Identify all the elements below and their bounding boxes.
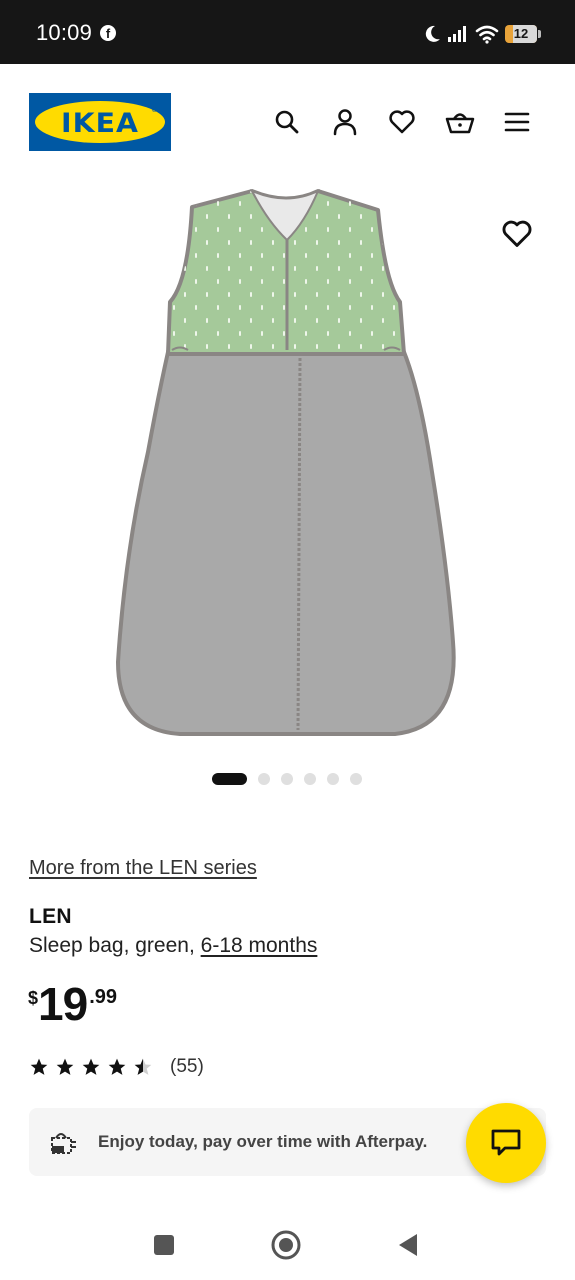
back-triangle-icon (399, 1234, 417, 1256)
system-navigation-bar (0, 1210, 575, 1280)
home-button[interactable] (271, 1230, 301, 1260)
size-link[interactable]: 6-18 months (201, 934, 318, 957)
status-icons: 12 (423, 22, 541, 46)
logo-registered-mark: ® (151, 107, 157, 114)
search-icon[interactable] (271, 106, 303, 138)
chat-button[interactable] (466, 1103, 546, 1183)
home-circle-icon (271, 1230, 301, 1260)
carousel-dot-active[interactable] (212, 773, 247, 785)
series-link[interactable]: More from the LEN series (29, 857, 257, 880)
half-star-icon (134, 1058, 152, 1075)
status-bar: 10:09 f 12 (0, 0, 575, 64)
moon-icon (425, 25, 440, 42)
star-icon (30, 1058, 48, 1075)
hamburger-menu-icon[interactable] (501, 106, 533, 138)
wifi-icon (475, 25, 499, 44)
product-rating[interactable]: (55) (29, 1055, 204, 1079)
square-icon (154, 1235, 174, 1255)
rating-stars (29, 1057, 153, 1077)
add-to-wishlist-button[interactable] (501, 218, 533, 250)
price-integer: 19 (38, 978, 88, 1030)
recent-apps-button[interactable] (149, 1230, 179, 1260)
star-icon (82, 1058, 100, 1075)
ikea-logo[interactable]: IKEA ® (29, 93, 171, 151)
carousel-dot[interactable] (350, 773, 362, 785)
price-decimal: .99 (89, 986, 117, 1008)
facebook-icon: f (100, 25, 116, 41)
product-image[interactable] (0, 182, 575, 752)
wishlist-heart-icon[interactable] (386, 106, 418, 138)
product-price: $ 19 .99 (28, 980, 117, 1036)
status-time: 10:09 (36, 20, 93, 45)
product-description-text: Sleep bag, green, (29, 934, 201, 957)
carousel-dot[interactable] (327, 773, 339, 785)
chat-icon (491, 1129, 521, 1156)
carousel-dot[interactable] (304, 773, 316, 785)
rating-count[interactable]: (55) (170, 1056, 204, 1078)
shopping-bag-icon[interactable] (444, 106, 476, 138)
price-currency: $ (28, 988, 39, 1008)
back-button[interactable] (393, 1230, 423, 1260)
star-icon (56, 1058, 74, 1075)
signal-icon (448, 26, 466, 42)
battery-icon: 12 (505, 25, 541, 43)
app-header: IKEA ® (0, 64, 575, 182)
battery-level: 12 (513, 26, 529, 41)
carousel-dot[interactable] (258, 773, 270, 785)
carousel-dot[interactable] (281, 773, 293, 785)
product-description: Sleep bag, green, 6-18 months (29, 934, 317, 958)
afterpay-text: Enjoy today, pay over time with Afterpay… (98, 1132, 428, 1151)
account-icon[interactable] (329, 106, 361, 138)
star-icon (108, 1058, 126, 1075)
image-carousel-indicator (212, 773, 362, 785)
afterpay-icon (51, 1133, 76, 1154)
heart-icon (502, 220, 532, 247)
product-name: LEN (29, 905, 72, 928)
